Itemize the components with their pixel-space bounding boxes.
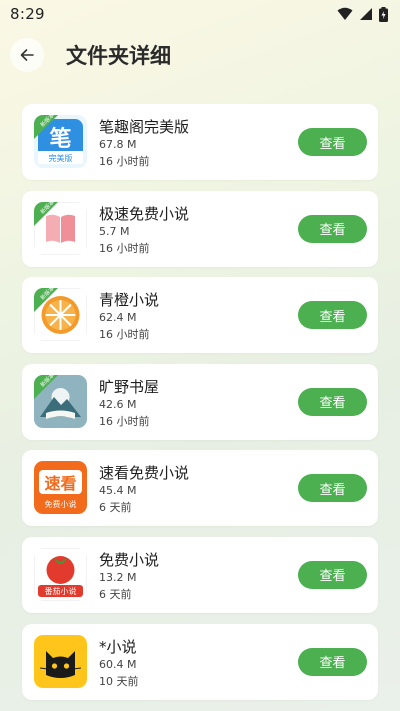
battery-icon [379,6,388,22]
view-button[interactable]: 查看 [298,128,367,156]
view-button[interactable]: 查看 [298,474,367,503]
app-list: 笔 完美版 新版本 笔趣阁完美版 67.8 M 16 小时前 查看 新版本 极速… [22,104,378,710]
app-time: 6 天前 [99,587,132,601]
app-icon-jisu: 新版本 [34,201,87,255]
app-icon-qingcheng: 新版本 [34,288,87,342]
view-button[interactable]: 查看 [298,214,367,243]
app-icon-fanqie: 番茄小说 [34,547,87,601]
icon-text: 速看 [44,474,76,493]
status-icons [337,6,388,22]
status-bar: 8:29 [0,0,400,28]
app-size: 62.4 M [99,311,137,325]
app-card[interactable]: 新版本 旷野书屋 42.6 M 16 小时前 查看 [22,363,378,440]
header: 文件夹详细 [0,28,400,84]
app-time: 16 小时前 [99,328,150,342]
app-icon-cat [34,634,87,688]
app-time: 16 小时前 [99,155,150,168]
app-icon-biquge: 笔 完美版 新版本 [34,115,87,168]
app-time: 6 天前 [99,501,132,515]
app-name: 旷野书屋 [99,377,160,396]
icon-subtext: 免费小说 [45,499,77,509]
app-card[interactable]: 新版本 极速免费小说 5.7 M 16 小时前 查看 [22,190,378,267]
app-name: *小说 [99,637,137,656]
status-time: 8:29 [10,5,45,23]
app-time: 16 小时前 [99,241,150,255]
app-size: 45.4 M [99,484,137,498]
app-size: 5.7 M [99,224,130,238]
app-size: 42.6 M [99,397,137,411]
app-name: 极速免费小说 [99,204,190,223]
view-button[interactable]: 查看 [298,387,367,416]
view-button[interactable]: 查看 [298,647,367,676]
app-size: 60.4 M [99,657,137,671]
page-title: 文件夹详细 [66,44,171,68]
app-name: 青橙小说 [99,291,160,310]
app-card[interactable]: 速看 免费小说 速看免费小说 45.4 M 6 天前 查看 [22,450,378,527]
app-card[interactable]: 新版本 青橙小说 62.4 M 16 小时前 查看 [22,277,378,354]
app-name: 笔趣阁完美版 [99,118,190,136]
signal-icon [360,8,372,20]
app-card[interactable]: *小说 60.4 M 10 天前 查看 [22,623,378,700]
wifi-icon [337,7,353,20]
app-time: 10 天前 [99,674,139,688]
app-time: 16 小时前 [99,414,150,428]
icon-text: 笔 [49,126,71,152]
app-name: 免费小说 [99,550,160,569]
icon-subtext: 完美版 [49,153,73,163]
app-name: 速看免费小说 [99,464,190,483]
icon-subtext: 番茄小说 [45,586,77,596]
app-card[interactable]: 笔 完美版 新版本 笔趣阁完美版 67.8 M 16 小时前 查看 [22,104,378,180]
app-icon-sukan: 速看 免费小说 [34,461,87,515]
back-button[interactable] [10,38,44,72]
view-button[interactable]: 查看 [298,301,367,330]
app-size: 13.2 M [99,570,137,584]
app-card[interactable]: 番茄小说 免费小说 13.2 M 6 天前 查看 [22,536,378,613]
app-icon-kuangye: 新版本 [34,374,87,428]
arrow-left-icon [20,49,34,61]
view-button[interactable]: 查看 [298,560,367,589]
app-size: 67.8 M [99,138,137,151]
